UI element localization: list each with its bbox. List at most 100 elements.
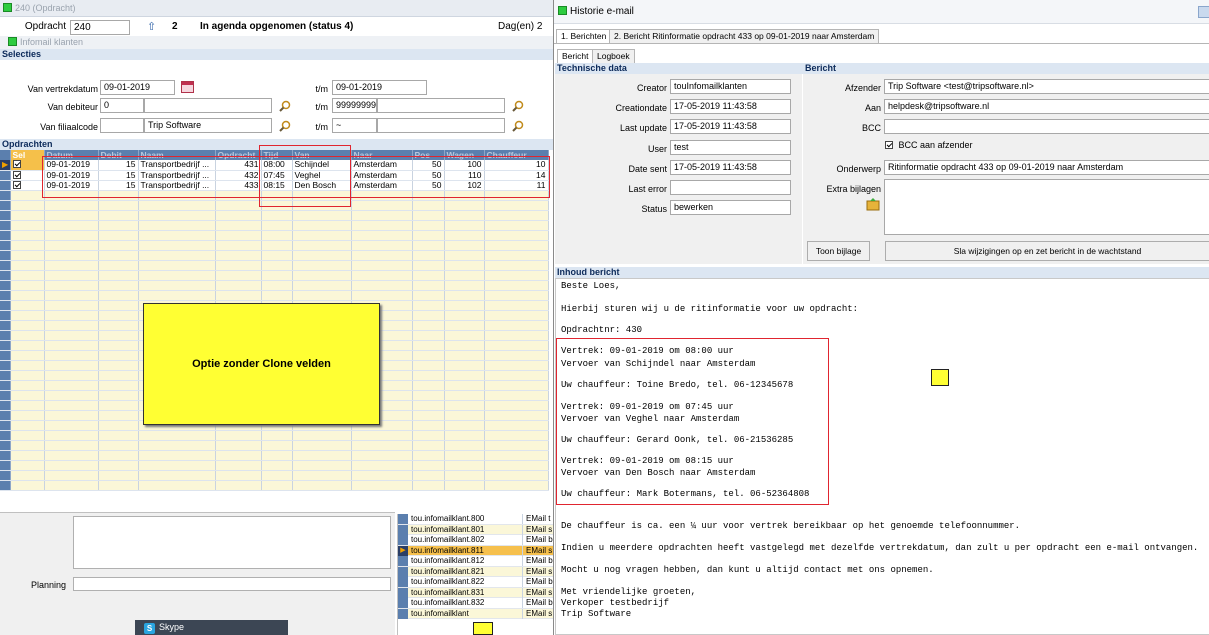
empty-cell: [484, 290, 549, 301]
tm-filiaalcode-input[interactable]: ~: [332, 118, 377, 133]
empty-cell: [412, 360, 445, 371]
empty-cell: [484, 330, 549, 341]
extra-bijlagen-list[interactable]: [884, 179, 1209, 235]
mail-name: tou.infomailklant.822: [411, 577, 523, 587]
lastupdate-field[interactable]: 17-05-2019 11:43:58: [670, 119, 791, 134]
empty-cell: [412, 230, 445, 241]
column-header[interactable]: Sel: [10, 150, 45, 160]
afzender-field[interactable]: Trip Software <test@tripsoftware.nl>: [884, 79, 1209, 94]
empty-cell: [215, 230, 262, 241]
van-filiaalcode-name: Trip Software: [144, 118, 272, 133]
sla-op-button[interactable]: Sla wijzigingen op en zet bericht in de …: [885, 241, 1209, 261]
empty-cell: [292, 210, 352, 221]
empty-cell: [10, 260, 45, 271]
user-field[interactable]: test: [670, 140, 791, 155]
empty-row: [0, 220, 549, 231]
creator-field[interactable]: touInfomailklanten: [670, 79, 791, 94]
empty-cell: [292, 430, 352, 441]
tm-filiaalcode-name: [377, 118, 505, 133]
empty-cell: [261, 280, 293, 291]
tm-vertrekdatum-input[interactable]: 09-01-2019: [332, 80, 427, 95]
empty-cell: [484, 440, 549, 451]
right-title-bar: Historie e-mail: [554, 0, 1209, 24]
bcc-field[interactable]: [884, 119, 1209, 134]
lasterror-field[interactable]: [670, 180, 791, 195]
message-line: Verkoper testbedrijf: [561, 598, 670, 608]
datesent-field[interactable]: 17-05-2019 11:43:58: [670, 160, 791, 175]
empty-row: [0, 430, 549, 441]
empty-cell: [138, 260, 216, 271]
select-checkbox[interactable]: [10, 180, 45, 191]
empty-cell: [412, 320, 445, 331]
toon-bijlage-button[interactable]: Toon bijlage: [807, 241, 870, 261]
bericht-header: Bericht: [803, 63, 1209, 74]
empty-cell: [292, 220, 352, 231]
planning-label: Planning: [30, 580, 66, 590]
empty-cell: [0, 250, 11, 261]
list-item[interactable]: tou.infomailklant.831 EMail s: [398, 587, 555, 598]
add-attachment-icon[interactable]: [866, 197, 880, 211]
list-item[interactable]: tou.infomailklant.832 EMail b: [398, 598, 555, 609]
empty-cell: [215, 270, 262, 281]
empty-cell: [98, 370, 139, 381]
empty-cell: [484, 420, 549, 431]
subtab-logboek[interactable]: Logboek: [592, 49, 635, 63]
empty-cell: [261, 460, 293, 471]
right-window: Historie e-mail 1. Berichten 2. Bericht …: [553, 0, 1209, 635]
skype-taskbar[interactable]: S Skype: [135, 620, 288, 635]
close-button[interactable]: [1198, 6, 1209, 18]
list-item[interactable]: tou.infomailklant.800 EMail t: [398, 514, 555, 525]
search-icon[interactable]: [512, 120, 524, 132]
list-item[interactable]: tou.infomailklant.812 EMail b: [398, 556, 555, 567]
empty-cell: [444, 480, 485, 491]
search-icon[interactable]: [512, 100, 524, 112]
aan-field[interactable]: helpdesk@tripsoftware.nl: [884, 99, 1209, 114]
empty-cell: [10, 220, 45, 231]
empty-cell: [412, 470, 445, 481]
list-item[interactable]: ▶ tou.infomailklant.811 EMail s: [398, 545, 555, 556]
tm-vertrekdatum-label: t/m: [315, 84, 329, 94]
list-item[interactable]: tou.infomailklant.801 EMail s: [398, 524, 555, 535]
empty-cell: [484, 430, 549, 441]
empty-cell: [44, 450, 99, 461]
list-item[interactable]: tou.infomailklant.822 EMail b: [398, 577, 555, 588]
van-debiteur-input[interactable]: 0: [100, 98, 144, 113]
empty-cell: [444, 260, 485, 271]
empty-cell: [444, 470, 485, 481]
list-item[interactable]: tou.infomailklant EMail s: [398, 608, 555, 619]
tm-filiaalcode-label: t/m: [315, 122, 329, 132]
empty-cell: [0, 450, 11, 461]
list-item[interactable]: tou.infomailklant.802 EMail b: [398, 535, 555, 546]
empty-cell: [484, 480, 549, 491]
opdracht-input[interactable]: 240: [70, 20, 130, 35]
empty-cell: [444, 290, 485, 301]
tab-berichten[interactable]: 1. Berichten: [556, 29, 612, 43]
empty-row: [0, 440, 549, 451]
subtab-bericht[interactable]: Bericht: [557, 49, 594, 63]
onderwerp-field[interactable]: Ritinformatie opdracht 433 op 09-01-2019…: [884, 160, 1209, 175]
tab-bericht-detail[interactable]: 2. Bericht Ritinformatie opdracht 433 op…: [609, 29, 880, 43]
search-icon[interactable]: [279, 100, 291, 112]
select-checkbox[interactable]: [10, 170, 45, 181]
select-checkbox[interactable]: [10, 160, 45, 171]
calendar-icon[interactable]: [181, 81, 194, 93]
creationdate-field[interactable]: 17-05-2019 11:43:58: [670, 99, 791, 114]
bcc-afzender-checkbox[interactable]: BCC aan afzender: [885, 140, 973, 150]
van-filiaalcode-input[interactable]: [100, 118, 144, 133]
empty-cell: [10, 330, 45, 341]
checkbox-icon[interactable]: [885, 141, 893, 149]
search-icon[interactable]: [279, 120, 291, 132]
van-vertrekdatum-input[interactable]: 09-01-2019: [100, 80, 175, 95]
empty-cell: [0, 480, 11, 491]
empty-cell: [10, 280, 45, 291]
empty-cell: [412, 340, 445, 351]
status-field[interactable]: bewerken: [670, 200, 791, 215]
empty-cell: [98, 470, 139, 481]
empty-cell: [444, 340, 485, 351]
empty-row: [0, 480, 549, 491]
tm-debiteur-input[interactable]: 999999999: [332, 98, 377, 113]
up-arrow-icon[interactable]: ⇧: [147, 20, 156, 33]
planning-input[interactable]: [73, 577, 391, 591]
memo-area[interactable]: [73, 516, 391, 569]
list-item[interactable]: tou.infomailklant.821 EMail s: [398, 566, 555, 577]
